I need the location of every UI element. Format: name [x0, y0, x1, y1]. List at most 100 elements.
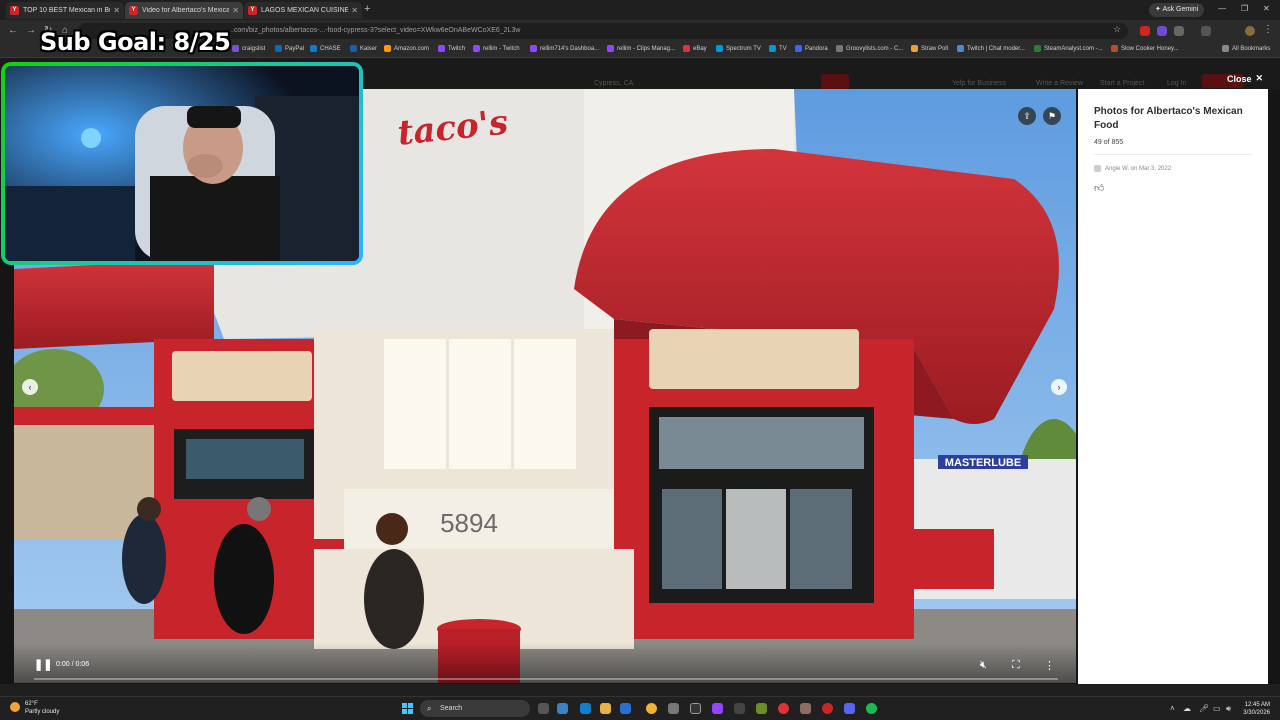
- bookmark-item[interactable]: TV: [769, 45, 787, 52]
- edge-icon[interactable]: [580, 703, 591, 714]
- bookmark-item[interactable]: PayPal: [275, 45, 304, 52]
- partly-cloudy-icon: [10, 702, 20, 712]
- new-tab-icon[interactable]: +: [364, 3, 370, 15]
- app-icon[interactable]: [756, 703, 767, 714]
- photo-author[interactable]: Angie W. on Mar 3, 2022: [1094, 165, 1252, 172]
- bookmark-favicon-icon: [836, 45, 843, 52]
- more-options-icon[interactable]: ⋮: [1044, 659, 1055, 672]
- previous-photo-button[interactable]: ‹: [22, 379, 38, 395]
- cloud-icon[interactable]: ☁: [1183, 704, 1191, 713]
- spotify-icon[interactable]: [866, 703, 877, 714]
- close-tab-icon[interactable]: ✕: [113, 6, 120, 15]
- yelp-for-business-link[interactable]: Yelp for Business: [952, 80, 1006, 87]
- bookmark-item[interactable]: Pandora: [795, 45, 828, 52]
- volume-icon[interactable]: 🔊︎: [1226, 704, 1231, 714]
- task-view-icon[interactable]: [538, 703, 549, 714]
- mute-icon[interactable]: 🔇︎: [980, 659, 987, 672]
- network-icon[interactable]: ▭: [1213, 704, 1221, 713]
- chrome-icon[interactable]: [646, 703, 657, 714]
- close-tab-icon[interactable]: ✕: [351, 6, 358, 15]
- twitch-icon[interactable]: [712, 703, 723, 714]
- all-bookmarks-button[interactable]: All Bookmarks: [1222, 45, 1270, 52]
- bookmark-item[interactable]: Groovylists.com - C...: [836, 45, 903, 52]
- windows-start-icon[interactable]: [402, 703, 413, 714]
- bookmark-favicon-icon: [683, 45, 690, 52]
- bookmark-item[interactable]: Amazon.com: [384, 45, 429, 52]
- bookmark-item[interactable]: eBay: [683, 45, 707, 52]
- bookmark-label: craigslist: [242, 45, 266, 52]
- bookmark-favicon-icon: [769, 45, 776, 52]
- location-field[interactable]: Cypress, CA: [594, 80, 633, 87]
- extension-icon[interactable]: [1140, 26, 1150, 36]
- bookmark-item[interactable]: Kaiser: [350, 45, 377, 52]
- start-project-link[interactable]: Start a Project: [1100, 80, 1144, 87]
- tab-lagos-mexican[interactable]: Y LAGOS MEXICAN CUISINE - Up ✕: [244, 2, 362, 19]
- write-review-link[interactable]: Write a Review: [1036, 80, 1083, 87]
- bookmark-item[interactable]: craigslist: [232, 45, 265, 52]
- video-progress-bar[interactable]: [34, 678, 1058, 680]
- discord-icon[interactable]: [844, 703, 855, 714]
- copilot-icon[interactable]: [557, 703, 568, 714]
- bookmark-item[interactable]: Twitch | Chat moder...: [957, 45, 1025, 52]
- store-icon[interactable]: [620, 703, 631, 714]
- bookmark-item[interactable]: Slow Cooker Honey...: [1111, 45, 1179, 52]
- search-button[interactable]: [821, 74, 849, 90]
- pause-icon[interactable]: ❚❚: [34, 658, 52, 671]
- bookmark-label: Amazon.com: [394, 45, 430, 52]
- share-icon[interactable]: ⇪: [1018, 107, 1036, 125]
- bookmark-item[interactable]: SteamAnalyst.com -...: [1034, 45, 1103, 52]
- bookmark-item[interactable]: rellim714's Dashboa...: [530, 45, 599, 52]
- bookmark-star-icon[interactable]: ☆: [1113, 24, 1121, 35]
- ask-gemini-button[interactable]: ✦ Ask Gemini: [1149, 3, 1205, 17]
- bookmark-item[interactable]: Spectrum TV: [716, 45, 761, 52]
- weather-widget[interactable]: 62°F Partly cloudy: [10, 700, 59, 716]
- file-explorer-icon[interactable]: [600, 703, 611, 714]
- bookmark-item[interactable]: Straw Poll: [911, 45, 948, 52]
- next-photo-button[interactable]: ›: [1051, 379, 1067, 395]
- bookmark-favicon-icon: [716, 45, 723, 52]
- bookmark-item[interactable]: Twitch: [438, 45, 465, 52]
- obs-icon[interactable]: [690, 703, 701, 714]
- bookmark-label: rellim - Clips Manag...: [617, 45, 676, 52]
- app-icon[interactable]: [734, 703, 745, 714]
- taskbar-search[interactable]: ⌕ Search: [420, 700, 530, 717]
- opera-icon[interactable]: [822, 703, 833, 714]
- close-label: Close: [1227, 73, 1252, 84]
- restore-icon[interactable]: ❐: [1241, 4, 1248, 13]
- extensions-puzzle-icon[interactable]: [1174, 26, 1184, 36]
- bookmark-item[interactable]: CHASE: [310, 45, 341, 52]
- tab-video-albertacos[interactable]: Y Video for Albertaco's Mexican F ✕: [125, 2, 243, 19]
- bookmark-favicon-icon: [957, 45, 964, 52]
- bookmark-item[interactable]: rellim - Twitch: [473, 45, 520, 52]
- app-icon[interactable]: [778, 703, 789, 714]
- minimize-icon[interactable]: —: [1218, 4, 1226, 13]
- back-icon[interactable]: ←: [8, 25, 18, 36]
- ask-gemini-label: Ask Gemini: [1162, 6, 1199, 13]
- extension-icon[interactable]: [1157, 26, 1167, 36]
- report-flag-icon[interactable]: ⚑: [1043, 107, 1061, 125]
- tab-title: Video for Albertaco's Mexican F: [142, 7, 230, 14]
- app-icon[interactable]: [800, 703, 811, 714]
- bookmark-label: rellim - Twitch: [483, 45, 520, 52]
- close-modal-button[interactable]: Close ✕: [1227, 73, 1263, 84]
- address-input[interactable]: ...com/biz_photos/albertacos-...-food-cy…: [78, 23, 1128, 39]
- system-clock[interactable]: 12:45 AM 3/30/2026: [1238, 701, 1270, 717]
- window-close-icon[interactable]: ✕: [1263, 4, 1270, 13]
- app-icon[interactable]: [668, 703, 679, 714]
- bookmark-label: CHASE: [320, 45, 341, 52]
- close-tab-icon[interactable]: ✕: [232, 6, 239, 15]
- bookmark-item[interactable]: rellim - Clips Manag...: [607, 45, 675, 52]
- menu-kebab-icon[interactable]: ⋮: [1263, 24, 1273, 35]
- tab-top-10-mexican[interactable]: Y TOP 10 BEST Mexican in Buena ✕: [6, 2, 124, 19]
- profile-avatar[interactable]: [1245, 26, 1255, 36]
- log-in-link[interactable]: Log In: [1167, 80, 1186, 87]
- microphone-icon[interactable]: 🎤︎: [1199, 704, 1209, 713]
- fullscreen-icon[interactable]: ⛶: [1012, 659, 1020, 672]
- forward-icon[interactable]: →: [26, 25, 36, 36]
- bookmark-favicon-icon: [1034, 45, 1041, 52]
- thumbs-up-icon[interactable]: 👍︎: [1094, 182, 1108, 196]
- tray-chevron-icon[interactable]: ˄: [1170, 704, 1175, 713]
- browser-tab-bar: Y TOP 10 BEST Mexican in Buena ✕ Y Video…: [0, 0, 1280, 20]
- side-panel-icon[interactable]: [1201, 26, 1211, 36]
- bookmark-label: TV: [779, 45, 787, 52]
